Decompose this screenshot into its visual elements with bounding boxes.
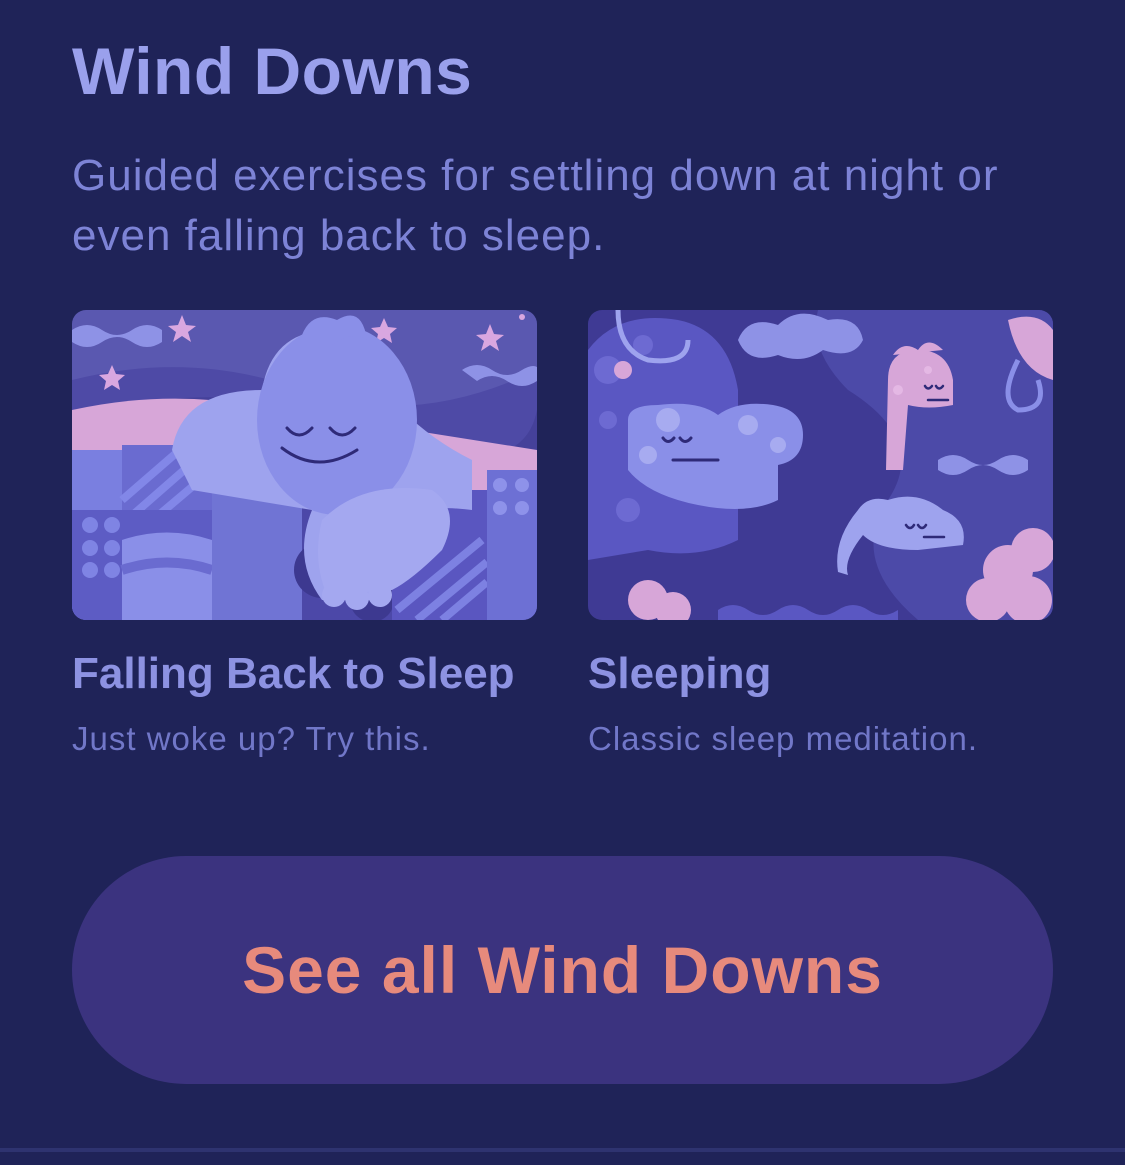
card-thumbnail-sleeping-character[interactable]: [72, 310, 537, 620]
card-title: Sleeping: [588, 649, 772, 698]
section-title: Wind Downs: [72, 34, 473, 108]
divider: [0, 1148, 1125, 1152]
see-all-wind-downs-button[interactable]: See all Wind Downs: [72, 856, 1053, 1084]
card-thumbnail-sleepy-creatures[interactable]: [588, 310, 1053, 620]
card-subtitle: Just woke up? Try this.: [72, 720, 431, 758]
card-falling-back-to-sleep[interactable]: Falling Back to Sleep Just woke up? Try …: [72, 310, 537, 758]
card-subtitle: Classic sleep meditation.: [588, 720, 978, 758]
card-sleeping[interactable]: Sleeping Classic sleep meditation.: [588, 310, 1053, 758]
section-description: Guided exercises for settling down at ni…: [72, 151, 999, 260]
card-title: Falling Back to Sleep: [72, 649, 515, 698]
see-all-button-label: See all Wind Downs: [242, 933, 883, 1007]
